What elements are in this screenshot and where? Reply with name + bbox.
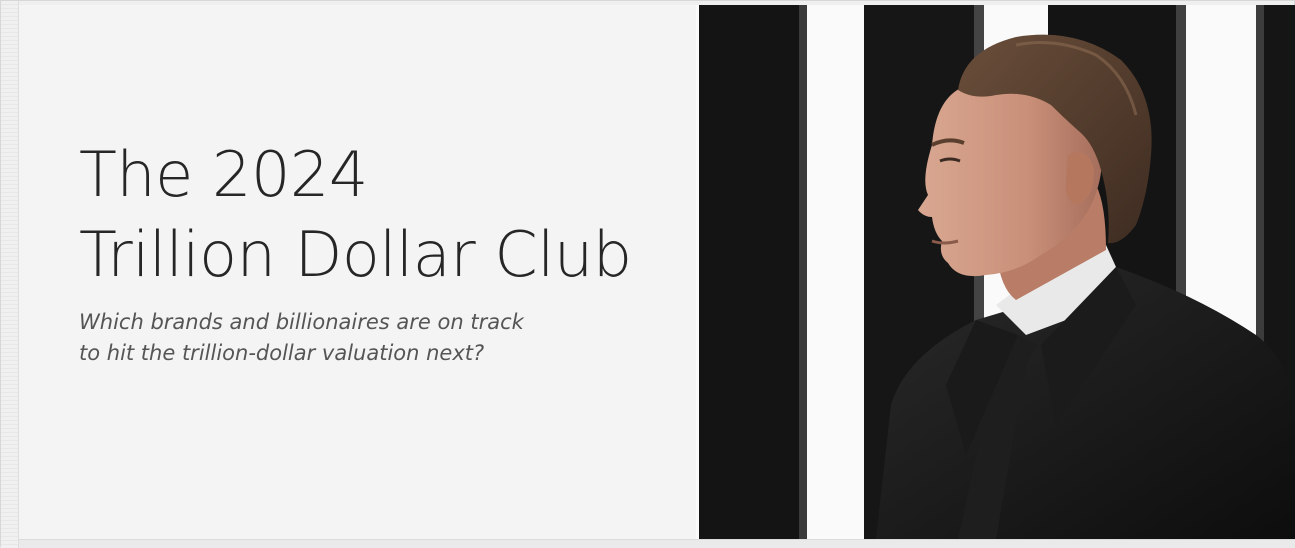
hero-banner: The 2024 Trillion Dollar Club Which bran… [19, 5, 1295, 539]
banner-title-line-1: The 2024 [79, 138, 368, 211]
photo-stripe [799, 5, 807, 539]
banner-title: The 2024 Trillion Dollar Club [79, 135, 632, 295]
photo-stripe [699, 5, 799, 539]
banner-subtitle-line-1: Which brands and billionaires are on tra… [79, 310, 524, 334]
banner-subtitle-line-2: to hit the trillion-dollar valuation nex… [79, 341, 485, 365]
page-frame: The 2024 Trillion Dollar Club Which bran… [0, 0, 1295, 548]
banner-title-line-2: Trillion Dollar Club [79, 218, 632, 291]
hero-photo [696, 5, 1295, 539]
banner-subtitle: Which brands and billionaires are on tra… [79, 307, 524, 369]
left-scroll-rail [1, 1, 19, 548]
